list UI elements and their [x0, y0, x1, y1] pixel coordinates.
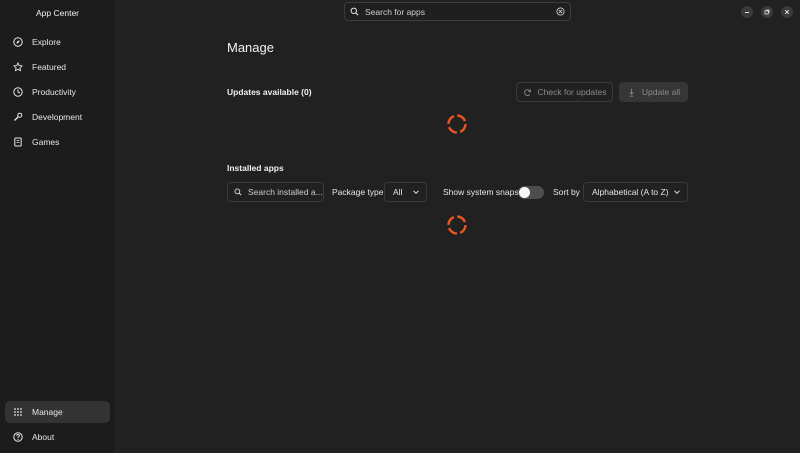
sidebar-item-label: Manage: [32, 407, 63, 417]
compass-icon: [13, 37, 23, 47]
show-system-snaps-toggle[interactable]: [518, 186, 544, 199]
search-input[interactable]: [365, 6, 556, 17]
close-button[interactable]: [781, 6, 793, 18]
help-icon: [13, 432, 23, 442]
chevron-down-icon: [674, 190, 680, 195]
sidebar-item-manage[interactable]: Manage: [5, 401, 110, 423]
chevron-down-icon: [413, 190, 419, 195]
sidebar-item-label: Featured: [32, 62, 67, 72]
clock-icon: [13, 87, 23, 97]
search-icon: [350, 7, 359, 16]
sidebar-item-label: Development: [32, 112, 83, 122]
grid-icon: [13, 407, 23, 417]
check-for-updates-label: Check for updates: [537, 87, 607, 97]
loading-spinner: [447, 114, 467, 134]
sort-by-label: Sort by: [553, 187, 580, 197]
package-type-value: All: [393, 187, 403, 197]
sidebar-item-label: About: [32, 432, 55, 442]
sidebar-item-label: Productivity: [32, 87, 76, 97]
search-installed-placeholder: Search installed a...: [248, 187, 323, 197]
sort-by-dropdown[interactable]: Alphabetical (A to Z): [583, 182, 688, 202]
sidebar-item-label: Explore: [32, 37, 61, 47]
sidebar-item-development[interactable]: Development: [5, 106, 110, 128]
sidebar-item-label: Games: [32, 137, 60, 147]
minimize-icon: [745, 12, 749, 13]
update-all-label: Update all: [641, 87, 681, 97]
toggle-knob: [519, 187, 530, 198]
clear-icon[interactable]: [556, 7, 565, 16]
sidebar-item-games[interactable]: Games: [5, 131, 110, 153]
package-type-dropdown[interactable]: All: [384, 182, 427, 202]
minimize-button[interactable]: [741, 6, 753, 18]
refresh-icon: [523, 88, 531, 96]
search-box[interactable]: [344, 2, 571, 21]
installed-apps-heading: Installed apps: [227, 163, 284, 173]
package-type-label: Package type: [332, 187, 384, 197]
updates-heading: Updates available (0): [227, 87, 312, 97]
sidebar-item-about[interactable]: About: [5, 426, 110, 448]
update-all-button[interactable]: Update all: [619, 82, 688, 102]
close-icon: [784, 9, 790, 15]
download-icon: [629, 88, 634, 97]
search-installed-input[interactable]: Search installed a...: [227, 182, 324, 202]
restore-icon: [764, 9, 770, 15]
wrench-icon: [13, 112, 23, 122]
sidebar: App Center Explore Featured Productivity…: [0, 0, 116, 453]
loading-spinner: [447, 215, 467, 235]
sort-by-value: Alphabetical (A to Z): [592, 187, 669, 197]
app-title: App Center: [36, 8, 79, 18]
sidebar-item-featured[interactable]: Featured: [5, 56, 110, 78]
star-icon: [13, 62, 23, 72]
search-icon: [234, 188, 242, 196]
gamepad-icon: [13, 137, 23, 147]
show-system-snaps-label: Show system snaps: [443, 187, 519, 197]
restore-button[interactable]: [761, 6, 773, 18]
check-for-updates-button[interactable]: Check for updates: [516, 82, 613, 102]
sidebar-item-explore[interactable]: Explore: [5, 31, 110, 53]
page-title: Manage: [227, 40, 274, 55]
sidebar-item-productivity[interactable]: Productivity: [5, 81, 110, 103]
